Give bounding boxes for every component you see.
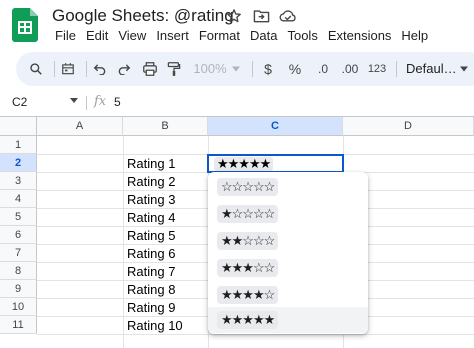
rating-option-1[interactable]: ★☆☆☆☆ (208, 201, 368, 227)
cell-b7[interactable]: Rating 6 (127, 245, 175, 263)
rating-option-4[interactable]: ★★★★☆ (208, 282, 368, 308)
cell-b3[interactable]: Rating 2 (127, 173, 175, 191)
row-header-5[interactable]: 5 (0, 208, 37, 226)
menu-view[interactable]: View (113, 28, 151, 46)
formula-bar: C2 fx 5 (0, 94, 474, 114)
undo-icon[interactable] (88, 52, 112, 86)
menu-file[interactable]: File (50, 28, 81, 46)
formula-bar-divider (86, 96, 87, 110)
menu-help[interactable]: Help (396, 28, 433, 46)
select-all-corner[interactable] (0, 117, 37, 136)
rating-option-chip: ☆☆☆☆☆ (217, 178, 279, 196)
menu-extensions[interactable]: Extensions (323, 28, 397, 46)
menu-data[interactable]: Data (245, 28, 282, 46)
row-gridline (37, 334, 474, 335)
column-header-b[interactable]: B (123, 117, 208, 136)
toolbar-divider (54, 61, 55, 77)
cell-b11[interactable]: Rating 10 (127, 317, 183, 335)
row-header-3[interactable]: 3 (0, 172, 37, 190)
document-title[interactable]: Google Sheets: @rating (52, 6, 234, 26)
decrease-decimals-button[interactable]: .0 (312, 52, 334, 86)
cell-b2[interactable]: Rating 1 (127, 155, 175, 173)
rating-option-chip: ★★☆☆☆ (217, 232, 279, 250)
active-cell-c2[interactable]: ★★★★★ (207, 154, 344, 173)
menu-insert[interactable]: Insert (151, 28, 194, 46)
row-header-1[interactable]: 1 (0, 136, 37, 154)
menu-tools[interactable]: Tools (282, 28, 322, 46)
rating-option-chip: ★★★★☆ (217, 286, 279, 304)
cloud-saved-icon[interactable] (279, 8, 297, 26)
fx-icon: fx (94, 94, 107, 109)
move-folder-icon[interactable] (252, 8, 270, 26)
row-header-10[interactable]: 10 (0, 298, 37, 316)
cell-b8[interactable]: Rating 7 (127, 263, 175, 281)
row-header-9[interactable]: 9 (0, 280, 37, 298)
rating-option-5[interactable]: ★★★★★ (208, 307, 368, 333)
sheets-logo-icon[interactable] (12, 8, 38, 42)
toolbar-divider (252, 61, 253, 77)
rating-option-chip: ★☆☆☆☆ (217, 205, 279, 223)
zoom-select[interactable]: 100% (190, 52, 230, 86)
rating-chip[interactable]: ★★★★★ (214, 157, 274, 171)
increase-decimals-button[interactable]: .00 (338, 52, 362, 86)
rating-option-chip: ★★★☆☆ (217, 259, 279, 277)
cell-b9[interactable]: Rating 8 (127, 281, 175, 299)
rating-dropdown: ☆☆☆☆☆ ★☆☆☆☆ ★★☆☆☆ ★★★☆☆ ★★★★☆ ★★★★★ (208, 172, 368, 334)
toolbar: 100% $ % .0 .00 123 Defaul… (16, 52, 474, 86)
column-header-c[interactable]: C (208, 117, 343, 136)
row-header-11[interactable]: 11 (0, 316, 37, 334)
menu-bar: File Edit View Insert Format Data Tools … (50, 28, 433, 46)
zoom-caret-icon[interactable] (230, 52, 242, 86)
row-header-2[interactable]: 2 (0, 154, 37, 172)
toolbar-divider (396, 61, 397, 77)
cell-b4[interactable]: Rating 3 (127, 191, 175, 209)
rating-option-chip: ★★★★★ (217, 311, 279, 329)
menu-format[interactable]: Format (194, 28, 245, 46)
row-header-4[interactable]: 4 (0, 190, 37, 208)
search-menus-icon[interactable] (24, 52, 48, 86)
row-header-7[interactable]: 7 (0, 244, 37, 262)
font-select[interactable]: Defaul… (406, 52, 460, 86)
more-formats-button[interactable]: 123 (366, 52, 388, 86)
redo-icon[interactable] (112, 52, 136, 86)
print-icon[interactable] (138, 52, 162, 86)
name-box[interactable]: C2 (12, 95, 27, 109)
toolbar-divider (86, 61, 87, 77)
cell-b10[interactable]: Rating 9 (127, 299, 175, 317)
tasks-icon[interactable] (56, 52, 80, 86)
menu-edit[interactable]: Edit (81, 28, 113, 46)
column-header-a[interactable]: A (37, 117, 123, 136)
star-icon[interactable] (225, 8, 243, 26)
name-box-caret-icon[interactable] (70, 98, 78, 103)
font-caret-icon[interactable] (458, 52, 470, 86)
rating-option-3[interactable]: ★★★☆☆ (208, 255, 368, 281)
formula-input[interactable]: 5 (114, 95, 121, 109)
rating-option-2[interactable]: ★★☆☆☆ (208, 228, 368, 254)
percent-format-button[interactable]: % (286, 52, 304, 86)
paint-format-icon[interactable] (162, 52, 186, 86)
currency-format-button[interactable]: $ (260, 52, 276, 86)
cell-b5[interactable]: Rating 4 (127, 209, 175, 227)
column-header-d[interactable]: D (343, 117, 474, 136)
cell-b6[interactable]: Rating 5 (127, 227, 175, 245)
rating-option-0[interactable]: ☆☆☆☆☆ (208, 174, 368, 200)
row-header-6[interactable]: 6 (0, 226, 37, 244)
row-header-8[interactable]: 8 (0, 262, 37, 280)
